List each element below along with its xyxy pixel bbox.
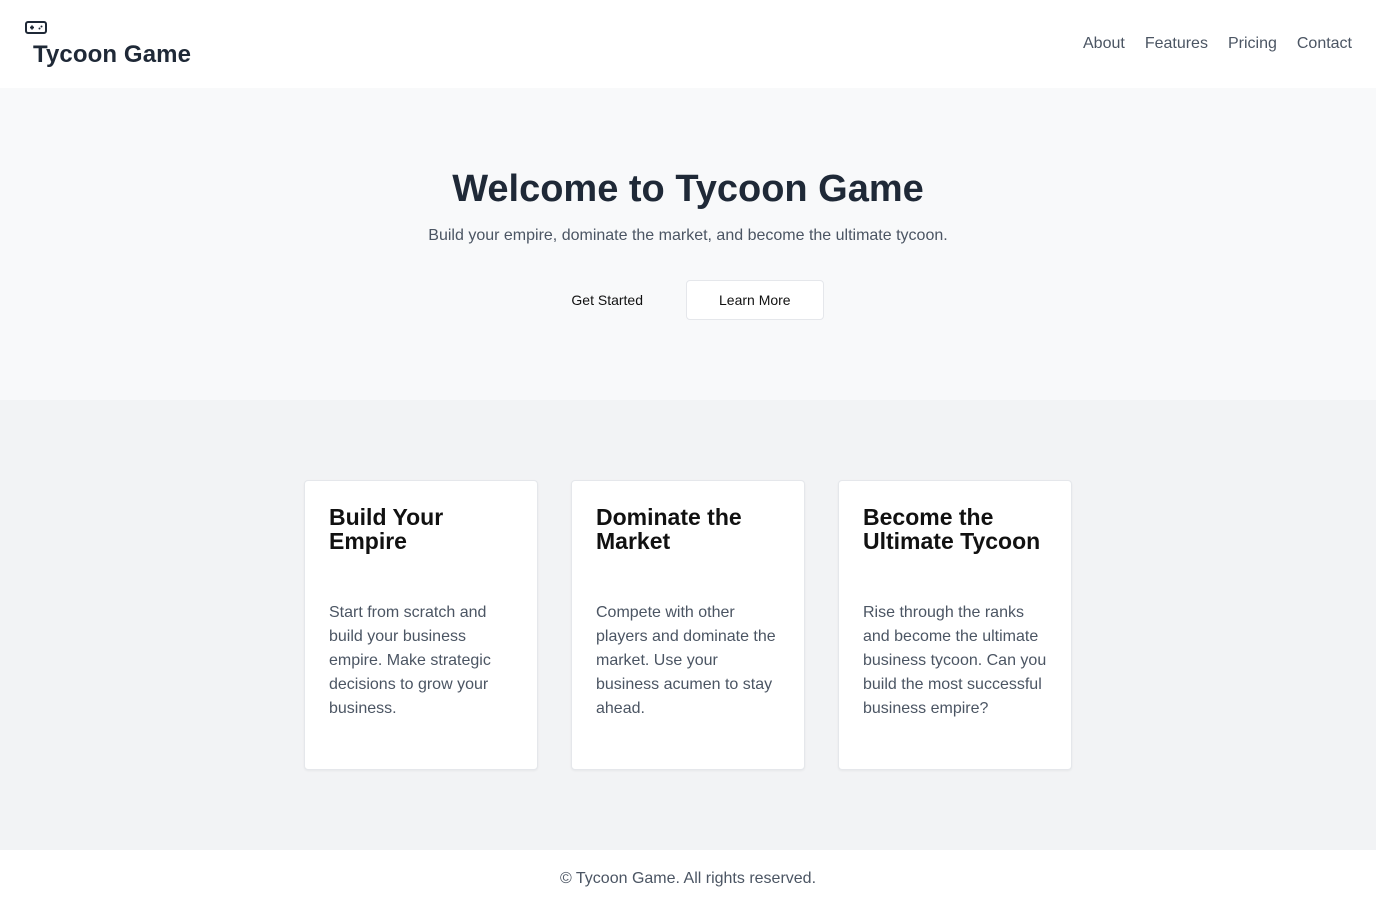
hero-section: Welcome to Tycoon Game Build your empire…	[0, 88, 1376, 400]
hero-buttons: Get Started Learn More	[0, 280, 1376, 320]
feature-card-description: Start from scratch and build your busine…	[329, 604, 491, 717]
site-header: Tycoon Game About Features Pricing Conta…	[0, 0, 1376, 88]
features-section: Build Your Empire Start from scratch and…	[0, 400, 1376, 850]
nav-link-about[interactable]: About	[1083, 34, 1125, 54]
learn-more-button[interactable]: Learn More	[686, 280, 824, 320]
hero-subtitle: Build your empire, dominate the market, …	[428, 227, 948, 244]
feature-card-description: Rise through the ranks and become the ul…	[863, 604, 1047, 717]
site-footer: © Tycoon Game. All rights reserved.	[0, 850, 1376, 906]
nav-link-features[interactable]: Features	[1145, 34, 1208, 54]
feature-card-title: Build Your Empire	[329, 504, 444, 554]
copyright-text: © Tycoon Game. All rights reserved.	[559, 870, 817, 887]
feature-card-title: Become the Ultimate Tycoon	[863, 504, 1041, 554]
hero-title: Welcome to Tycoon Game	[452, 168, 924, 210]
brand-title: Tycoon Game	[33, 41, 192, 68]
feature-card-build-empire: Build Your Empire Start from scratch and…	[304, 480, 538, 770]
nav-link-pricing[interactable]: Pricing	[1228, 34, 1277, 54]
nav-link-contact[interactable]: Contact	[1297, 34, 1352, 54]
feature-cards: Build Your Empire Start from scratch and…	[304, 480, 1072, 770]
feature-card-description: Compete with other players and dominate …	[596, 604, 776, 717]
main-nav: About Features Pricing Contact	[1083, 34, 1352, 54]
feature-card-title: Dominate the Market	[596, 504, 742, 554]
brand[interactable]: Tycoon Game	[24, 18, 191, 68]
feature-card-dominate-market: Dominate the Market Compete with other p…	[571, 480, 805, 770]
get-started-button[interactable]: Get Started	[552, 280, 662, 320]
feature-card-ultimate-tycoon: Become the Ultimate Tycoon Rise through …	[838, 480, 1072, 770]
gamepad-icon	[25, 21, 47, 34]
